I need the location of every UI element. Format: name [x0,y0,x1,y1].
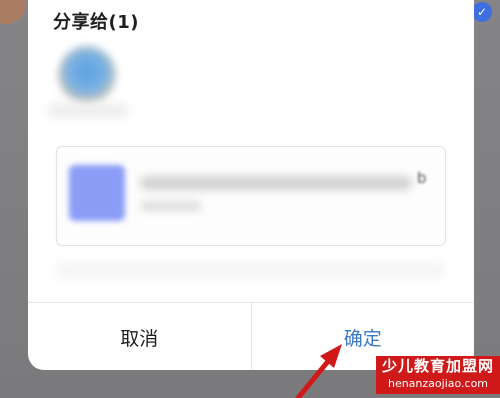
screen: ✓ 分享给(1) b 取消 确定 少儿教育加盟网 henanzaojiao.co… [0,0,500,398]
file-name-tail: b [417,169,427,187]
file-meta [141,201,201,211]
share-dialog: 分享给(1) b 取消 确定 [28,0,474,370]
file-icon [69,165,125,221]
recipient-avatar[interactable] [58,46,116,104]
message-area[interactable] [56,262,444,278]
dialog-title: 分享给(1) [53,12,139,33]
check-icon: ✓ [472,2,492,22]
watermark: 少儿教育加盟网 henanzaojiao.com [376,356,500,394]
cancel-button[interactable]: 取消 [28,303,252,370]
shared-file-card[interactable]: b [56,146,446,246]
red-arrow-icon [295,344,342,398]
background-avatar [0,0,26,24]
file-name [141,177,411,189]
watermark-title: 少儿教育加盟网 [381,357,494,375]
watermark-url: henanzaojiao.com [387,377,489,390]
recipient-name [48,104,128,118]
